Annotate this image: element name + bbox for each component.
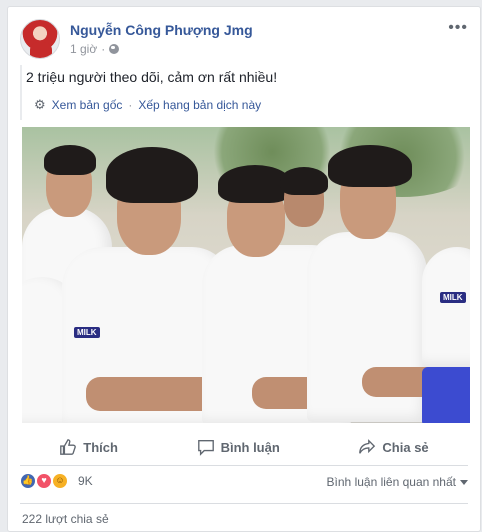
post-message: 2 triệu người theo dõi, cảm ơn rất nhiều… xyxy=(26,69,278,85)
haha-reaction-icon: ☺ xyxy=(52,473,68,489)
reaction-count: 9K xyxy=(78,474,93,488)
thumbs-up-icon xyxy=(60,439,77,455)
globe-icon[interactable] xyxy=(109,44,120,54)
comment-button[interactable]: Bình luận xyxy=(197,438,280,456)
post-header: Nguyễn Công Phượng Jmg 1 giờ · ••• xyxy=(20,19,468,61)
post-time[interactable]: 1 giờ xyxy=(70,42,97,56)
more-options-icon[interactable]: ••• xyxy=(448,20,468,36)
author-name[interactable]: Nguyễn Công Phượng Jmg xyxy=(70,22,253,38)
love-reaction-icon: ♥ xyxy=(36,473,52,489)
comment-icon xyxy=(197,440,214,456)
comment-sort-label: Bình luận liên quan nhất xyxy=(326,475,456,489)
translation-bar: ⚙ Xem bản gốc · Xếp hạng bản dịch này xyxy=(34,97,261,113)
post-card: Nguyễn Công Phượng Jmg 1 giờ · ••• 2 tri… xyxy=(7,6,481,532)
post-photo[interactable]: MILK MILK MILK xyxy=(22,127,470,423)
comment-label: Bình luận xyxy=(220,439,280,455)
action-bar: Thích Bình luận Chia sẻ xyxy=(20,431,468,463)
rate-translation-link[interactable]: Xếp hạng bản dịch này xyxy=(138,98,261,112)
reaction-summary[interactable]: 👍 ♥ ☺ 9K xyxy=(20,473,93,489)
divider xyxy=(20,503,468,504)
like-label: Thích xyxy=(83,439,118,455)
comment-sort-dropdown[interactable]: Bình luận liên quan nhất xyxy=(327,475,468,489)
post-text: 2 triệu người theo dõi, cảm ơn rất nhiều… xyxy=(20,69,468,85)
dot-separator: · xyxy=(101,42,106,56)
share-icon xyxy=(359,439,376,454)
like-button[interactable]: Thích xyxy=(59,438,118,456)
share-label: Chia sẻ xyxy=(382,439,429,455)
share-count[interactable]: 222 lượt chia sẻ xyxy=(22,512,109,526)
like-reaction-icon: 👍 xyxy=(20,473,36,489)
translation-separator: · xyxy=(128,98,133,112)
divider xyxy=(20,465,468,466)
author-avatar[interactable] xyxy=(20,19,60,59)
caret-down-icon xyxy=(460,479,468,485)
share-button[interactable]: Chia sẻ xyxy=(358,438,429,456)
blue-chair xyxy=(422,367,470,423)
post-meta: 1 giờ · xyxy=(70,42,120,56)
gear-icon[interactable]: ⚙ xyxy=(34,97,46,113)
see-original-link[interactable]: Xem bản gốc xyxy=(52,98,123,112)
